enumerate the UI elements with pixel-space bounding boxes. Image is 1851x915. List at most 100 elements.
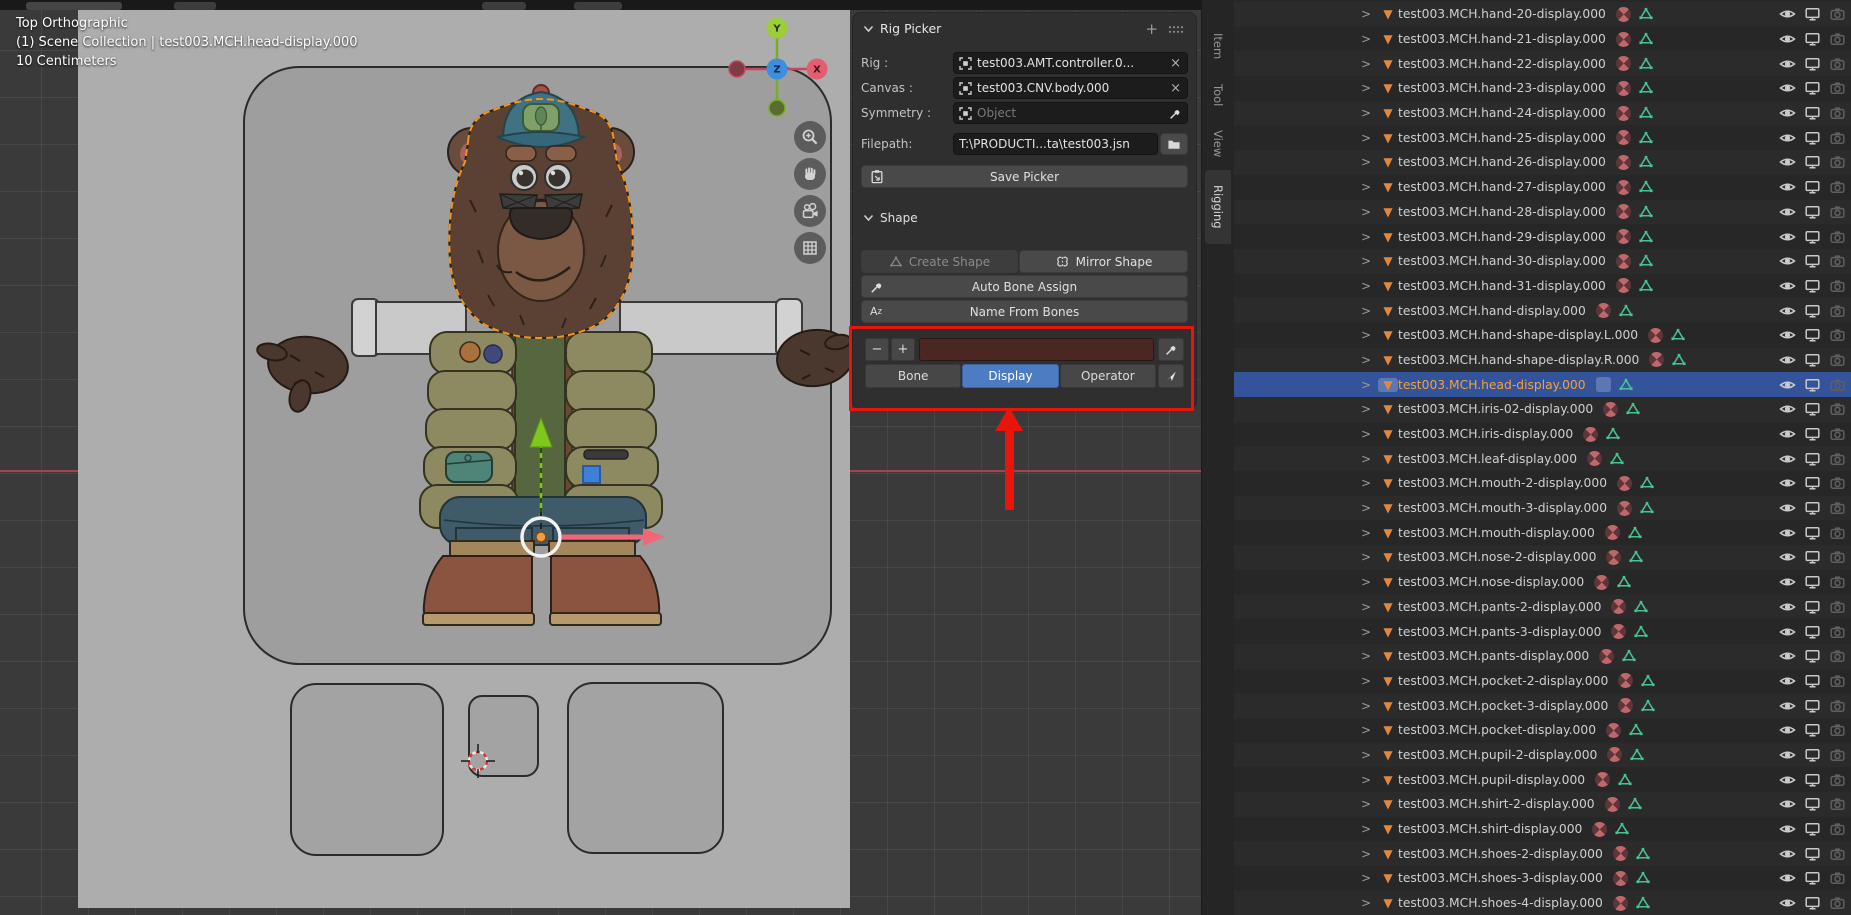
- picker-box-right[interactable]: [567, 682, 724, 854]
- outliner-row[interactable]: > ▼ test003.MCH.shirt-display.000: [1234, 817, 1851, 842]
- camera-render-icon[interactable]: [1829, 105, 1846, 121]
- eye-visibility-icon[interactable]: [1779, 624, 1796, 640]
- outliner-row[interactable]: > ▼ test003.MCH.hand-24-display.000: [1234, 101, 1851, 126]
- outliner-row[interactable]: > ▼ test003.MCH.nose-display.000: [1234, 570, 1851, 595]
- eye-visibility-icon[interactable]: [1779, 179, 1796, 195]
- outliner-row[interactable]: > ▼ test003.MCH.hand-29-display.000: [1234, 224, 1851, 249]
- monitor-viewport-icon[interactable]: [1804, 821, 1821, 837]
- monitor-viewport-icon[interactable]: [1804, 229, 1821, 245]
- monitor-viewport-icon[interactable]: [1804, 574, 1821, 590]
- monitor-viewport-icon[interactable]: [1804, 796, 1821, 812]
- camera-render-icon[interactable]: [1829, 648, 1846, 664]
- monitor-viewport-icon[interactable]: [1804, 130, 1821, 146]
- monitor-viewport-icon[interactable]: [1804, 698, 1821, 714]
- camera-render-icon[interactable]: [1829, 870, 1846, 886]
- browse-folder-button[interactable]: [1160, 133, 1188, 155]
- picker-frame-main[interactable]: [243, 66, 832, 665]
- monitor-viewport-icon[interactable]: [1804, 204, 1821, 220]
- sidebar-tab-item[interactable]: Item: [1205, 22, 1231, 70]
- monitor-viewport-icon[interactable]: [1804, 327, 1821, 343]
- symmetry-field[interactable]: Object: [953, 102, 1188, 124]
- camera-render-icon[interactable]: [1829, 821, 1846, 837]
- expand-chevron-icon[interactable]: >: [1361, 155, 1378, 169]
- eye-visibility-icon[interactable]: [1779, 31, 1796, 47]
- eye-visibility-icon[interactable]: [1779, 500, 1796, 516]
- outliner-row[interactable]: > ▼ test003.MCH.hand-23-display.000: [1234, 76, 1851, 101]
- outliner-row[interactable]: > ▼ test003.MCH.shirt-2-display.000: [1234, 792, 1851, 817]
- monitor-viewport-icon[interactable]: [1804, 475, 1821, 491]
- expand-chevron-icon[interactable]: >: [1361, 600, 1378, 614]
- camera-render-icon[interactable]: [1829, 278, 1846, 294]
- sidebar-tab-view[interactable]: View: [1205, 120, 1231, 168]
- eye-visibility-icon[interactable]: [1779, 278, 1796, 294]
- eye-visibility-icon[interactable]: [1779, 6, 1796, 22]
- eye-visibility-icon[interactable]: [1779, 105, 1796, 121]
- monitor-viewport-icon[interactable]: [1804, 549, 1821, 565]
- monitor-viewport-icon[interactable]: [1804, 525, 1821, 541]
- eye-visibility-icon[interactable]: [1779, 821, 1796, 837]
- monitor-viewport-icon[interactable]: [1804, 895, 1821, 911]
- eye-visibility-icon[interactable]: [1779, 303, 1796, 319]
- eye-visibility-icon[interactable]: [1779, 80, 1796, 96]
- filepath-field[interactable]: T:\PRODUCTI...ta\test003.jsn: [953, 133, 1158, 155]
- outliner-row[interactable]: > ▼ test003.MCH.hand-27-display.000: [1234, 175, 1851, 200]
- picker-box-left[interactable]: [290, 683, 444, 856]
- camera-render-icon[interactable]: [1829, 475, 1846, 491]
- camera-render-icon[interactable]: [1829, 253, 1846, 269]
- outliner-row[interactable]: > ▼ test003.MCH.pants-3-display.000: [1234, 619, 1851, 644]
- name-from-bones-button[interactable]: Az Name From Bones: [861, 300, 1188, 323]
- eye-visibility-icon[interactable]: [1779, 253, 1796, 269]
- canvas-field[interactable]: test003.CNV.body.000 ×: [953, 77, 1188, 99]
- camera-render-icon[interactable]: [1829, 6, 1846, 22]
- eye-visibility-icon[interactable]: [1779, 895, 1796, 911]
- outliner-row[interactable]: > ▼ test003.MCH.hand-display.000: [1234, 298, 1851, 323]
- camera-render-icon[interactable]: [1829, 722, 1846, 738]
- monitor-viewport-icon[interactable]: [1804, 426, 1821, 442]
- eye-visibility-icon[interactable]: [1779, 870, 1796, 886]
- expand-chevron-icon[interactable]: >: [1361, 328, 1378, 342]
- outliner-row[interactable]: > ▼ test003.MCH.hand-25-display.000: [1234, 125, 1851, 150]
- monitor-viewport-icon[interactable]: [1804, 303, 1821, 319]
- expand-chevron-icon[interactable]: >: [1361, 452, 1378, 466]
- expand-chevron-icon[interactable]: >: [1361, 205, 1378, 219]
- expand-chevron-icon[interactable]: >: [1361, 81, 1378, 95]
- outliner-row[interactable]: > ▼ test003.MCH.hand-30-display.000: [1234, 249, 1851, 274]
- expand-chevron-icon[interactable]: >: [1361, 625, 1378, 639]
- monitor-viewport-icon[interactable]: [1804, 154, 1821, 170]
- monitor-viewport-icon[interactable]: [1804, 80, 1821, 96]
- camera-render-icon[interactable]: [1829, 772, 1846, 788]
- eye-visibility-icon[interactable]: [1779, 846, 1796, 862]
- axis-ball-neg-y[interactable]: [769, 100, 785, 116]
- eye-visibility-icon[interactable]: [1779, 451, 1796, 467]
- eye-visibility-icon[interactable]: [1779, 599, 1796, 615]
- sidebar-tab-rigging[interactable]: Rigging: [1205, 170, 1231, 244]
- eye-visibility-icon[interactable]: [1779, 377, 1796, 393]
- outliner-row[interactable]: > ▼ test003.MCH.shoes-4-display.000: [1234, 891, 1851, 915]
- expand-chevron-icon[interactable]: >: [1361, 304, 1378, 318]
- outliner-row[interactable]: > ▼ test003.MCH.pocket-display.000: [1234, 718, 1851, 743]
- camera-render-icon[interactable]: [1829, 56, 1846, 72]
- expand-chevron-icon[interactable]: >: [1361, 822, 1378, 836]
- grip-dots-icon[interactable]: [1168, 25, 1184, 34]
- outliner-row[interactable]: > ▼ test003.MCH.shoes-3-display.000: [1234, 866, 1851, 891]
- monitor-viewport-icon[interactable]: [1804, 648, 1821, 664]
- eye-visibility-icon[interactable]: [1779, 549, 1796, 565]
- create-shape-button[interactable]: Create Shape: [861, 250, 1018, 273]
- eyedropper-icon[interactable]: [1169, 107, 1182, 120]
- expand-chevron-icon[interactable]: >: [1361, 427, 1378, 441]
- camera-render-icon[interactable]: [1829, 130, 1846, 146]
- outliner-row[interactable]: > ▼ test003.MCH.iris-display.000: [1234, 422, 1851, 447]
- eye-visibility-icon[interactable]: [1779, 401, 1796, 417]
- expand-chevron-icon[interactable]: >: [1361, 131, 1378, 145]
- camera-render-icon[interactable]: [1829, 327, 1846, 343]
- clear-icon[interactable]: ×: [1169, 81, 1182, 96]
- expand-chevron-icon[interactable]: >: [1361, 748, 1378, 762]
- mirror-shape-button[interactable]: Mirror Shape: [1019, 250, 1188, 273]
- expand-chevron-icon[interactable]: >: [1361, 180, 1378, 194]
- outliner-row[interactable]: > ▼ test003.MCH.iris-02-display.000: [1234, 397, 1851, 422]
- outliner-row[interactable]: > ▼ test003.MCH.pocket-2-display.000: [1234, 669, 1851, 694]
- monitor-viewport-icon[interactable]: [1804, 624, 1821, 640]
- rig-field[interactable]: test003.AMT.controller.0... ×: [953, 52, 1188, 74]
- add-icon[interactable]: +: [1145, 23, 1158, 35]
- outliner-row[interactable]: > ▼ test003.MCH.pants-2-display.000: [1234, 595, 1851, 620]
